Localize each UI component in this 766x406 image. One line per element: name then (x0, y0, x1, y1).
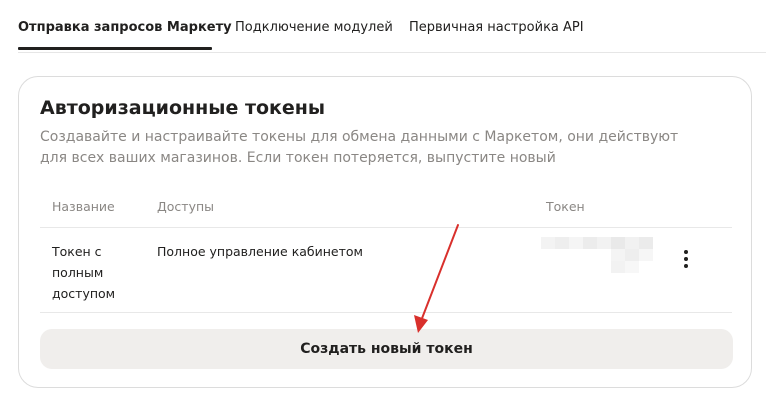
masked-token-value (541, 237, 653, 273)
active-tab-indicator (18, 47, 212, 50)
auth-tokens-card: Авторизационные токены Создавайте и наст… (18, 76, 752, 388)
create-token-button-label: Создать новый токен (300, 341, 473, 357)
table-divider (40, 312, 732, 313)
column-header-token: Токен (546, 199, 585, 214)
token-name-cell: Токен с полным доступом (52, 244, 116, 301)
token-access-cell: Полное управление кабинетом (157, 244, 363, 259)
more-vertical-icon[interactable] (678, 250, 694, 270)
table-divider (40, 227, 732, 228)
card-description: Создавайте и настраивайте токены для обм… (40, 129, 679, 166)
tab-api-setup[interactable]: Первичная настройка API (409, 20, 584, 35)
tab-module-connection[interactable]: Подключение модулей (235, 20, 393, 35)
card-title: Авторизационные токены (40, 97, 326, 119)
column-header-name: Название (52, 199, 115, 214)
create-token-button[interactable]: Создать новый токен (40, 329, 733, 369)
tab-market-requests[interactable]: Отправка запросов Маркету (18, 20, 232, 35)
tab-bar: Отправка запросов Маркету Подключение мо… (18, 0, 766, 53)
column-header-access: Доступы (157, 199, 215, 214)
